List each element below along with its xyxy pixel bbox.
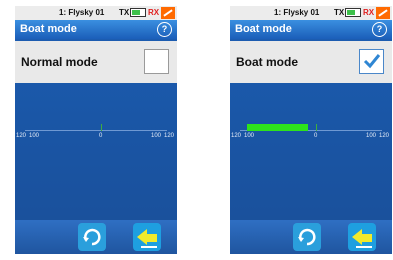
tick-left-outer: 120 <box>231 133 242 139</box>
title-bar: Boat mode ? <box>230 20 392 39</box>
throttle-track <box>15 123 177 133</box>
rx-alert-icon <box>376 7 390 19</box>
bottom-bar <box>230 220 392 254</box>
tick-center: 0 <box>314 133 318 139</box>
track-ticks: 120 100 0 100 120 <box>230 133 392 141</box>
back-icon <box>352 229 372 248</box>
page-title: Boat mode <box>235 23 292 35</box>
battery-icon <box>130 8 146 17</box>
tick-left-inner: 100 <box>29 133 40 139</box>
tx-label: TX <box>119 8 130 17</box>
tick-left-inner: 100 <box>244 133 255 139</box>
screen-normal-mode: 1: Flysky 01 TX RX Boat mode ? Normal mo… <box>15 6 177 254</box>
page-title: Boat mode <box>20 23 77 35</box>
mode-checkbox[interactable] <box>144 49 169 74</box>
bottom-bar <box>15 220 177 254</box>
screen-boat-mode: 1: Flysky 01 TX RX Boat mode ? Boat mode… <box>230 6 392 254</box>
throttle-bar <box>247 124 308 131</box>
tick-right-outer: 120 <box>164 133 175 139</box>
tick-right-outer: 120 <box>379 133 390 139</box>
model-name: 1: Flysky 01 <box>59 8 105 17</box>
throttle-track <box>230 123 392 133</box>
mode-checkbox[interactable] <box>359 49 384 74</box>
model-name: 1: Flysky 01 <box>274 8 320 17</box>
rx-alert-icon <box>161 7 175 19</box>
reverse-button[interactable] <box>78 223 106 251</box>
tick-right-inner: 100 <box>366 133 377 139</box>
mode-label: Normal mode <box>21 55 98 69</box>
back-icon <box>137 229 157 248</box>
mode-row[interactable]: Boat mode <box>230 41 392 83</box>
tick-center: 0 <box>99 133 103 139</box>
back-button[interactable] <box>133 223 161 251</box>
help-icon[interactable]: ? <box>372 22 387 37</box>
reverse-icon <box>298 228 316 246</box>
checkmark-icon <box>363 54 381 69</box>
tick-right-inner: 100 <box>151 133 162 139</box>
track-line <box>25 130 167 131</box>
status-bar: 1: Flysky 01 TX RX <box>230 6 392 20</box>
tick-left-outer: 120 <box>16 133 27 139</box>
reverse-button[interactable] <box>293 223 321 251</box>
rx-label: RX <box>363 8 375 17</box>
battery-icon <box>345 8 361 17</box>
mode-label: Boat mode <box>236 55 299 69</box>
status-bar: 1: Flysky 01 TX RX <box>15 6 177 20</box>
rx-label: RX <box>148 8 160 17</box>
tx-label: TX <box>334 8 345 17</box>
track-ticks: 120 100 0 100 120 <box>15 133 177 141</box>
track-center-marker <box>316 124 317 131</box>
track-center-marker <box>101 124 102 131</box>
back-button[interactable] <box>348 223 376 251</box>
reverse-icon <box>83 228 101 246</box>
mode-row[interactable]: Normal mode <box>15 41 177 83</box>
title-bar: Boat mode ? <box>15 20 177 39</box>
help-icon[interactable]: ? <box>157 22 172 37</box>
